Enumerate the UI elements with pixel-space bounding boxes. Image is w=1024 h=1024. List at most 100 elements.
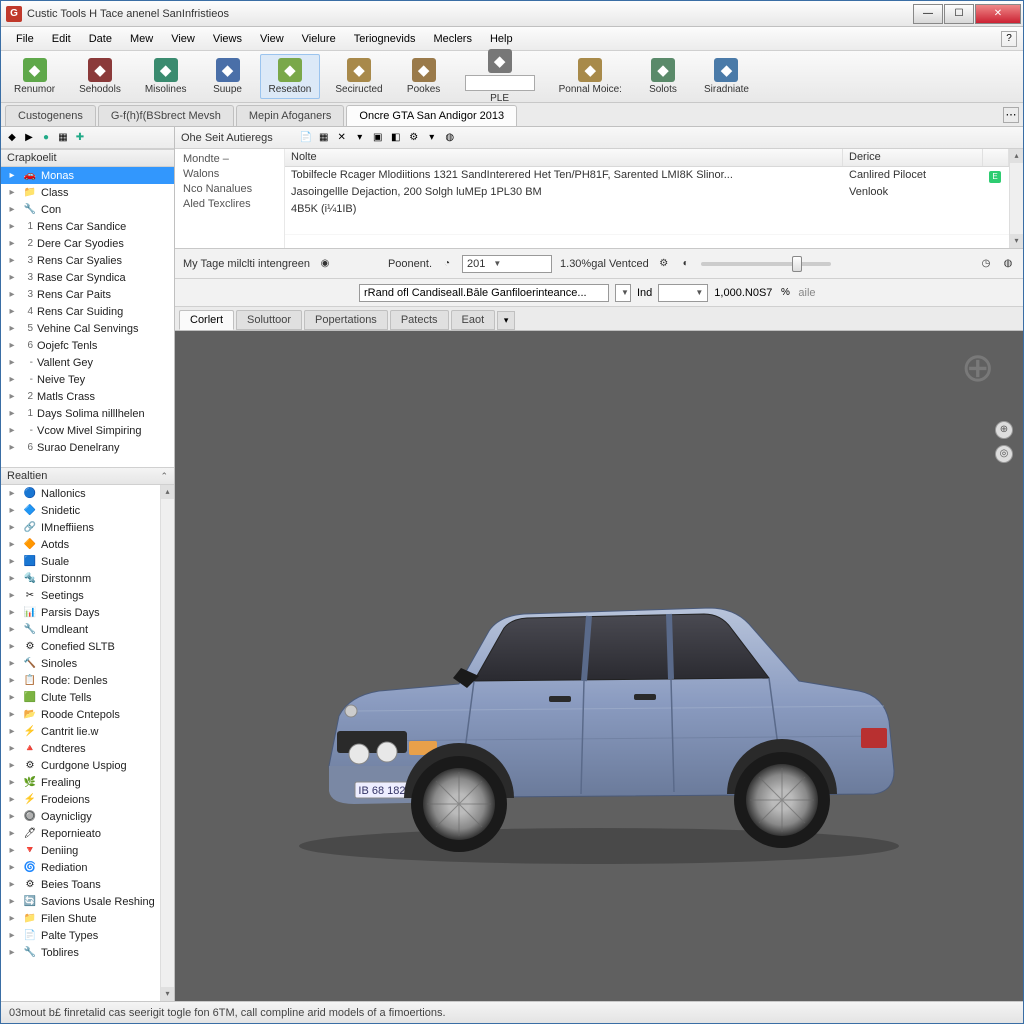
- expand-icon[interactable]: ▸: [5, 288, 19, 302]
- expand-icon[interactable]: ▸: [5, 441, 19, 455]
- tree-item[interactable]: ▸🚗Monas: [1, 167, 174, 184]
- tree-item[interactable]: ▸📋Rode: Denles: [1, 672, 160, 689]
- tree-item[interactable]: ▸✂Seetings: [1, 587, 160, 604]
- expand-icon[interactable]: ▸: [5, 589, 19, 603]
- help-icon[interactable]: ?: [1001, 31, 1017, 47]
- detail-tool-icon[interactable]: ▦: [317, 131, 331, 145]
- doc-tab[interactable]: Oncre GTA San Andigor 2013: [346, 105, 517, 126]
- expand-icon[interactable]: ▸: [5, 487, 19, 501]
- tree-item[interactable]: ▸⚙Curdgone Uspiog: [1, 757, 160, 774]
- toolbar-ple[interactable]: ◆PLE: [456, 45, 544, 108]
- tree1-header[interactable]: Crapkoelit: [1, 149, 174, 167]
- tree-item[interactable]: ▸-Vcow Mivel Simpiring: [1, 422, 174, 439]
- col-header[interactable]: Nolte: [285, 149, 843, 166]
- expand-icon[interactable]: ▸: [5, 878, 19, 892]
- expand-icon[interactable]: ▸: [5, 555, 19, 569]
- detail-tool-icon[interactable]: ◧: [389, 131, 403, 145]
- expand-icon[interactable]: ▸: [5, 742, 19, 756]
- tree-item[interactable]: ▸6Surao Denelrany: [1, 439, 174, 456]
- detail-tool-icon[interactable]: ◍: [443, 131, 457, 145]
- tree-item[interactable]: ▸4Rens Car Suiding: [1, 303, 174, 320]
- expand-icon[interactable]: ▸: [5, 322, 19, 336]
- tree-item[interactable]: ▸1Rens Car Sandice: [1, 218, 174, 235]
- tree-item[interactable]: ▸-Vallent Gey: [1, 354, 174, 371]
- tree-tool-icon[interactable]: ▶: [22, 131, 36, 145]
- tree-item[interactable]: ▸🔵Nallonics: [1, 485, 160, 502]
- tree-item[interactable]: ▸🔗IMneffiiens: [1, 519, 160, 536]
- minimize-button[interactable]: —: [913, 4, 943, 24]
- tree-item[interactable]: ▸-Neive Tey: [1, 371, 174, 388]
- tree2-header[interactable]: Realtien⌃: [1, 467, 174, 485]
- detail-tool-icon[interactable]: ▾: [425, 131, 439, 145]
- tree-item[interactable]: ▸⚡Frodeions: [1, 791, 160, 808]
- tree-tool-icon[interactable]: ▦: [56, 131, 70, 145]
- toolbar-solots[interactable]: ◆Solots: [637, 54, 689, 99]
- expand-icon[interactable]: ▸: [5, 861, 19, 875]
- expand-icon[interactable]: ▸: [5, 305, 19, 319]
- scrollbar[interactable]: ▴ ▾: [1009, 149, 1023, 248]
- tree-item[interactable]: ▸🔧Umdleant: [1, 621, 160, 638]
- info-icon[interactable]: ◉: [318, 257, 332, 271]
- expand-icon[interactable]: ▸: [5, 504, 19, 518]
- close-button[interactable]: ✕: [975, 4, 1021, 24]
- menu-edit[interactable]: Edit: [43, 30, 80, 48]
- 3d-viewport[interactable]: ⊕ ◎: [175, 331, 1023, 1001]
- toolbar-reseaton[interactable]: ◆Reseaton: [260, 54, 321, 99]
- expand-icon[interactable]: ▸: [5, 237, 19, 251]
- clock-icon[interactable]: ◷: [979, 257, 993, 271]
- tree-item[interactable]: ▸5Vehine Cal Senvings: [1, 320, 174, 337]
- toolbar-seciructed[interactable]: ◆Seciructed: [326, 54, 391, 99]
- config-combo[interactable]: rRand ofl Candiseall.Bāle Ganfiloerintea…: [359, 284, 609, 302]
- expand-icon[interactable]: ▸: [5, 912, 19, 926]
- scroll-down-icon[interactable]: ▾: [161, 987, 174, 1001]
- menu-view1[interactable]: View: [162, 30, 204, 48]
- viewport-tab[interactable]: Soluttoor: [236, 310, 302, 330]
- tree-item[interactable]: ▸⚙Conefied SLTB: [1, 638, 160, 655]
- scroll-up-icon[interactable]: ▴: [1010, 149, 1023, 163]
- expand-icon[interactable]: ▸: [5, 657, 19, 671]
- toolbar-input[interactable]: [465, 75, 535, 91]
- expand-icon[interactable]: ▸: [5, 640, 19, 654]
- percent-icon[interactable]: %: [778, 286, 792, 300]
- expand-icon[interactable]: ▸: [5, 390, 19, 404]
- zoom-slider[interactable]: [701, 262, 831, 266]
- doc-tab[interactable]: Custogenens: [5, 105, 96, 126]
- tree-item[interactable]: ▸📁Class: [1, 184, 174, 201]
- tree-item[interactable]: ▸6Oojefc Tenls: [1, 337, 174, 354]
- tree-item[interactable]: ▸🟦Suale: [1, 553, 160, 570]
- expand-icon[interactable]: ▸: [5, 691, 19, 705]
- gear-icon[interactable]: ⚙: [657, 257, 671, 271]
- viewport-tab[interactable]: Patects: [390, 310, 449, 330]
- expand-icon[interactable]: ▸: [5, 407, 19, 421]
- view-ctrl-button[interactable]: ⊕: [995, 421, 1013, 439]
- tree-item[interactable]: ▸📊Parsis Days: [1, 604, 160, 621]
- tree-item[interactable]: ▸🔧Con: [1, 201, 174, 218]
- toolbar-misolines[interactable]: ◆Misolines: [136, 54, 196, 99]
- tree-item[interactable]: ▸🟩Clute Tells: [1, 689, 160, 706]
- tree-item[interactable]: ▸⚡Cantrit lie.w: [1, 723, 160, 740]
- expand-icon[interactable]: ▸: [5, 895, 19, 909]
- doc-tab[interactable]: G-f(h)f(BSbrect Mevsh: [98, 105, 234, 126]
- doc-tab[interactable]: Mepin Afoganers: [236, 105, 345, 126]
- expand-icon[interactable]: ▸: [5, 203, 19, 217]
- detail-tool-icon[interactable]: ⚙: [407, 131, 421, 145]
- menu-teriog[interactable]: Teriognevids: [345, 30, 425, 48]
- toolbar-ponnalmoice[interactable]: ◆Ponnal Moice:: [550, 54, 631, 99]
- expand-icon[interactable]: ▸: [5, 793, 19, 807]
- tree-item[interactable]: ▸2Matls Crass: [1, 388, 174, 405]
- tree-add-icon[interactable]: ✚: [73, 131, 87, 145]
- info-icon[interactable]: ◔: [440, 257, 454, 271]
- menu-view2[interactable]: View: [251, 30, 293, 48]
- menu-vielure[interactable]: Vielure: [293, 30, 345, 48]
- viewport-tab[interactable]: Popertations: [304, 310, 388, 330]
- table-row[interactable]: 4B5K (i¼1IB): [285, 201, 1009, 218]
- tree-item[interactable]: ▸🔧Toblires: [1, 944, 160, 961]
- expand-icon[interactable]: ▸: [5, 356, 19, 370]
- table-row[interactable]: Jasoingellle Dejaction, 200 Solgh luMEp …: [285, 184, 1009, 201]
- tab-more-button[interactable]: ▾: [497, 311, 515, 330]
- tree-item[interactable]: ▸🔄Savions Usale Reshing: [1, 893, 160, 910]
- tree-item[interactable]: ▸3Rase Car Syndica: [1, 269, 174, 286]
- viewport-tab[interactable]: Eaot: [451, 310, 496, 330]
- expand-icon[interactable]: ▸: [5, 725, 19, 739]
- expand-icon[interactable]: ▸: [5, 844, 19, 858]
